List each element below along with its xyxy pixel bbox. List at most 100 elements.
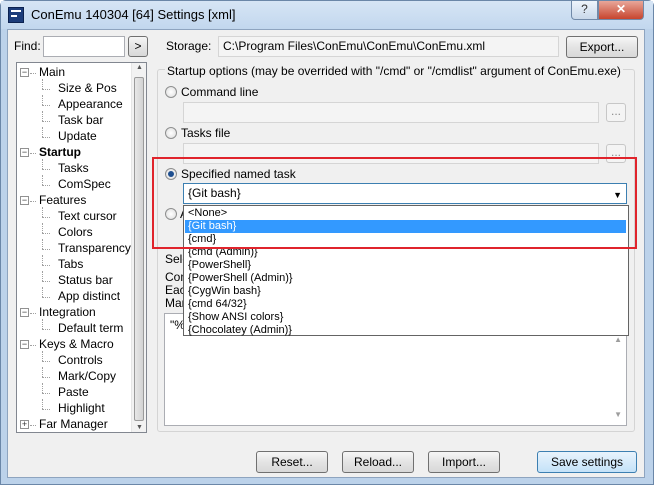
tree-connector	[42, 377, 50, 378]
tree-item-highlight[interactable]: Highlight	[58, 401, 105, 417]
tree-connector	[42, 265, 50, 266]
tree-item-comspec[interactable]: ComSpec	[58, 177, 111, 193]
tree-item-controls[interactable]: Controls	[58, 353, 103, 369]
reload-button[interactable]: Reload...	[342, 451, 414, 473]
save-settings-button[interactable]: Save settings	[537, 451, 637, 473]
tree-connector	[42, 383, 43, 393]
command-line-input[interactable]	[183, 102, 599, 123]
tree-connector	[42, 89, 50, 90]
conemu-app-icon	[8, 7, 24, 23]
dropdown-option[interactable]: {Show ANSI colors}	[185, 311, 626, 324]
tree-item-features[interactable]: Features	[39, 193, 86, 209]
tree-item-size-pos[interactable]: Size & Pos	[58, 81, 117, 97]
tree-connector	[42, 233, 50, 234]
tree-connector	[42, 249, 50, 250]
tree-connector	[42, 121, 50, 122]
highlight-annotation-box	[152, 157, 637, 249]
dropdown-option[interactable]: {CygWin bash}	[185, 285, 626, 298]
tree-item-tasks[interactable]: Tasks	[58, 161, 89, 177]
scroll-up-icon[interactable]: ▲	[136, 64, 143, 71]
tree-item-text-cursor[interactable]: Text cursor	[58, 209, 117, 225]
tree-connector	[30, 153, 36, 154]
collapse-icon[interactable]: −	[20, 148, 29, 157]
tree-item-appearance[interactable]: Appearance	[58, 97, 123, 113]
storage-path-field[interactable]: C:\Program Files\ConEmu\ConEmu\ConEmu.xm…	[218, 36, 559, 57]
tree-item-update[interactable]: Update	[58, 129, 97, 145]
tree-connector	[42, 329, 50, 330]
tasks-file-radio[interactable]	[165, 127, 177, 139]
tree-connector	[42, 127, 43, 137]
command-line-radio[interactable]	[165, 86, 177, 98]
dropdown-option[interactable]: {PowerShell (Admin)}	[185, 272, 626, 285]
tree-item-mark-copy[interactable]: Mark/Copy	[58, 369, 116, 385]
tree-connector	[42, 297, 50, 298]
help-button[interactable]: ?	[571, 1, 598, 20]
tree-connector	[30, 345, 36, 346]
tree-connector	[42, 223, 43, 233]
tree-connector	[42, 393, 50, 394]
tree-connector	[42, 399, 43, 409]
tree-connector	[42, 351, 43, 361]
storage-label: Storage:	[166, 39, 212, 53]
dropdown-option[interactable]: {cmd 64/32}	[185, 298, 626, 311]
tree-connector	[42, 79, 43, 89]
tree-connector	[42, 217, 50, 218]
tasks-file-label[interactable]: Tasks file	[181, 126, 230, 140]
collapse-icon[interactable]: −	[20, 68, 29, 77]
tree-connector	[42, 361, 50, 362]
startup-group-label: Startup options (may be overrided with "…	[165, 64, 623, 78]
tree-connector	[30, 425, 36, 426]
collapse-icon[interactable]: −	[20, 196, 29, 205]
find-input[interactable]	[43, 36, 125, 57]
tree-item-default-term[interactable]: Default term	[58, 321, 123, 337]
tree-item-keys-macro[interactable]: Keys & Macro	[39, 337, 114, 353]
tree-connector	[42, 105, 50, 106]
collapse-icon[interactable]: −	[20, 308, 29, 317]
close-button[interactable]: ✕	[598, 1, 644, 20]
tree-item-far-manager[interactable]: Far Manager	[39, 417, 108, 432]
dropdown-option[interactable]: {PowerShell}	[185, 259, 626, 272]
tree-connector	[30, 73, 36, 74]
textarea-scroll-down-icon[interactable]: ▼	[614, 407, 622, 423]
reset-button[interactable]: Reset...	[256, 451, 328, 473]
export-button[interactable]: Export...	[566, 36, 638, 58]
tree-connector	[42, 239, 43, 249]
tree-item-paste[interactable]: Paste	[58, 385, 89, 401]
tree-connector	[42, 159, 43, 169]
tree-item-colors[interactable]: Colors	[58, 225, 93, 241]
tree-connector	[42, 287, 43, 297]
find-go-button[interactable]: >	[128, 36, 148, 57]
expand-icon[interactable]: +	[20, 420, 29, 429]
title-bar: ConEmu 140304 [64] Settings [xml] ? ✕	[1, 1, 653, 29]
command-line-label[interactable]: Command line	[181, 85, 258, 99]
tree-connector	[42, 281, 50, 282]
scroll-down-icon[interactable]: ▼	[136, 424, 143, 431]
tree-scrollbar[interactable]: ▲ ▼	[131, 63, 146, 432]
window-title: ConEmu 140304 [64] Settings [xml]	[31, 7, 236, 22]
tree-item-status-bar[interactable]: Status bar	[58, 273, 113, 289]
dropdown-option[interactable]: {Chocolatey (Admin)}	[185, 324, 626, 337]
tree-connector	[30, 201, 36, 202]
tree-scroll-thumb[interactable]	[134, 77, 144, 421]
tree-item-integration[interactable]: Integration	[39, 305, 96, 321]
tree-item-transparency[interactable]: Transparency	[58, 241, 131, 257]
tree-connector	[42, 169, 50, 170]
tree-item-tabs[interactable]: Tabs	[58, 257, 83, 273]
tree-connector	[42, 271, 43, 281]
tree-connector	[30, 313, 36, 314]
command-line-browse-button[interactable]: ...	[606, 103, 626, 122]
tree-connector	[42, 319, 43, 329]
settings-tree[interactable]: − Main Size & Pos Appearance Task bar Update −…	[16, 62, 147, 433]
tree-connector	[42, 95, 43, 105]
tree-connector	[42, 175, 43, 185]
tree-connector	[42, 255, 43, 265]
tree-connector	[42, 185, 50, 186]
tree-item-startup[interactable]: Startup	[39, 145, 81, 161]
import-button[interactable]: Import...	[428, 451, 500, 473]
collapse-icon[interactable]: −	[20, 340, 29, 349]
tree-item-task-bar[interactable]: Task bar	[58, 113, 103, 129]
tree-item-app-distinct[interactable]: App distinct	[58, 289, 120, 305]
find-label: Find:	[14, 39, 41, 53]
tree-connector	[42, 137, 50, 138]
tree-connector	[42, 207, 43, 217]
